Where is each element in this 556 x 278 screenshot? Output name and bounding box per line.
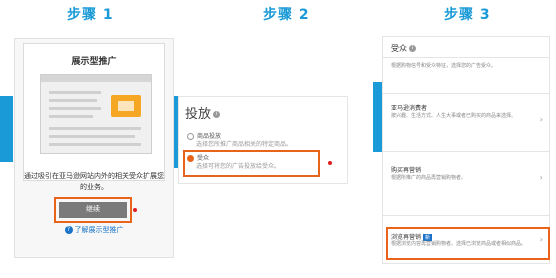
- continue-highlight: 继续: [54, 197, 132, 223]
- learn-more-link[interactable]: ? 了解展示型推广: [15, 225, 173, 235]
- chevron-right-icon[interactable]: ›: [540, 115, 543, 124]
- audiences-highlight: [183, 150, 320, 177]
- radio-product-targeting[interactable]: [187, 133, 194, 140]
- side-accent-left: [0, 96, 13, 162]
- display-ad-illustration: [40, 74, 152, 154]
- section-purchase-remarketing[interactable]: 购买再营销: [391, 165, 421, 174]
- step-3-title: 步骤 3: [444, 7, 491, 23]
- marker-dot-1: [133, 208, 137, 212]
- chevron-right-icon[interactable]: ›: [540, 173, 543, 182]
- help-icon: ?: [64, 226, 73, 234]
- marker-dot-2: [328, 161, 332, 165]
- side-accent-panel3: [373, 82, 382, 152]
- info-icon: i: [409, 45, 416, 52]
- continue-button[interactable]: 继续: [59, 202, 127, 218]
- section-amazon-shoppers-desc: 按兴趣、生活方式、人生大事或者已购买的商品来选择。: [391, 113, 517, 119]
- sponsored-display-panel: 展示型推广 通过吸引在亚马逊网站内外的相关受众扩展您的业务。 继续 ? 了解展示型…: [14, 38, 174, 258]
- ad-image-icon: [111, 95, 141, 117]
- card-title: 展示型推广: [71, 57, 117, 67]
- targeting-title: 投放 i: [185, 103, 221, 122]
- info-icon: i: [213, 111, 221, 118]
- section-amazon-shoppers[interactable]: 亚马逊消费者: [391, 103, 427, 112]
- learn-more-label: 了解展示型推广: [74, 226, 124, 234]
- audiences-header: 受众 i: [391, 43, 416, 54]
- panel1-description: 通过吸引在亚马逊网站内外的相关受众扩展您的业务。: [24, 172, 164, 191]
- step-1-title: 步骤 1: [67, 7, 114, 23]
- section-purchase-remarketing-desc: 根据所推广的商品再营销购物者。: [391, 175, 467, 181]
- audiences-intro: 根据购物信号和受众特征，选择您的广告受众。: [391, 63, 497, 69]
- views-remarketing-highlight: [386, 227, 550, 260]
- step-2-title: 步骤 2: [263, 7, 310, 23]
- sponsored-display-card: 展示型推广: [23, 43, 165, 181]
- option-product-targeting[interactable]: 商品投放 选择您所推广商品相关的特定商品。: [187, 133, 292, 149]
